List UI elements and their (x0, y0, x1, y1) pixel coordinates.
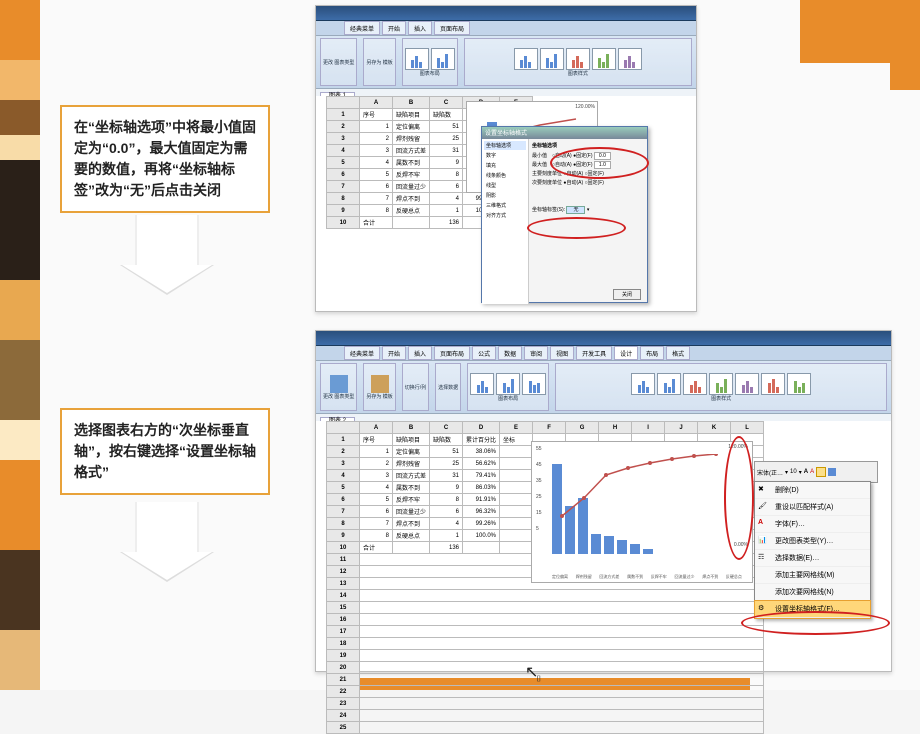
chart-type-icon: 📊 (758, 536, 768, 546)
ctx-major-gridlines[interactable]: 添加主要网格线(M) (755, 567, 870, 584)
tab[interactable]: 开始 (382, 21, 406, 35)
arrow-down-1 (135, 215, 199, 265)
ctx-change-chart-type[interactable]: 📊更改图表类型(Y)… (755, 533, 870, 550)
tab[interactable]: 格式 (666, 346, 690, 360)
tab-design[interactable]: 设计 (614, 346, 638, 360)
format-axis-icon: ⚙ (758, 604, 768, 614)
callout-axis-options: 在“坐标轴选项”中将最小值固定为“0.0”，最大值固定为需要的数值，再将“坐标轴… (60, 105, 270, 213)
tab[interactable]: 页面布局 (434, 21, 470, 35)
tab[interactable]: 经典菜单 (344, 21, 380, 35)
format-axis-dialog[interactable]: 设置坐标轴格式 坐标轴选项 数字 填充 线条颜色 线型 阴影 三维格式 对齐方式… (481, 126, 648, 303)
tab[interactable]: 插入 (408, 346, 432, 360)
worksheet-2[interactable]: ABCDEFGHIJKL 1序号缺陷项目缺陷数累计百分比坐标 21定位偏离513… (316, 421, 891, 671)
ribbon-switch[interactable]: 切换行/列 (402, 363, 429, 411)
context-menu[interactable]: ✖删除(D) 🖌重设以匹配样式(A) A字体(F)… 📊更改图表类型(Y)… ☶… (754, 481, 871, 619)
tab[interactable]: 开发工具 (576, 346, 612, 360)
dialog-sidebar[interactable]: 坐标轴选项 数字 填充 线条颜色 线型 阴影 三维格式 对齐方式 (482, 139, 529, 304)
ribbon-change-type[interactable]: 更改 图表类型 (320, 363, 357, 411)
ctx-format-axis[interactable]: ⚙设置坐标轴格式(F)… (755, 601, 870, 618)
mouse-cursor-icon: ↖⌷ (525, 662, 539, 684)
tick-label-dropdown[interactable]: 无 (566, 206, 585, 214)
decorative-left-column (0, 0, 40, 690)
ctx-select-data[interactable]: ☶选择数据(E)… (755, 550, 870, 567)
window-titlebar (316, 6, 696, 21)
ribbon-group-styles: 图表样式 (464, 38, 692, 86)
ribbon-group-styles: 图表样式 (555, 363, 887, 411)
mini-toolbar[interactable]: 宋体(正… ▾ 10 ▾ A A (754, 461, 878, 483)
ribbon-group-layout: 图表布局 (402, 38, 458, 86)
select-data-icon: ☶ (758, 553, 768, 563)
window-titlebar (316, 331, 891, 346)
dialog-main: 坐标轴选项 最小值 ○自动(A) ●固定(F) 0.0 最大值 ○自动(A) ●… (529, 139, 647, 304)
font-icon: A (758, 519, 768, 529)
tab[interactable]: 视图 (550, 346, 574, 360)
ribbon-select-data[interactable]: 选择数据 (435, 363, 461, 411)
ctx-delete[interactable]: ✖删除(D) (755, 482, 870, 499)
tab[interactable]: 插入 (408, 21, 432, 35)
screenshot-excel-2: 经典菜单 开始 插入 页面布局 公式 数据 审阅 视图 开发工具 设计 布局 格… (315, 330, 892, 672)
ribbon-save-template[interactable]: 另存为 模板 (363, 363, 395, 411)
ribbon-group-layout: 图表布局 (467, 363, 549, 411)
ctx-reset-style[interactable]: 🖌重设以匹配样式(A) (755, 499, 870, 516)
screenshot-excel-1: 经典菜单 开始 插入 页面布局 更改 图表类型 另存为 模板 图表布局 (315, 5, 697, 312)
embedded-chart-2[interactable]: 55 45 35 25 15 5 120.00% 0.00% (531, 441, 753, 583)
ctx-minor-gridlines[interactable]: 添加次要网格线(N) (755, 584, 870, 601)
tab[interactable]: 经典菜单 (344, 346, 380, 360)
tab[interactable]: 公式 (472, 346, 496, 360)
tab[interactable]: 布局 (640, 346, 664, 360)
ribbon-group-template[interactable]: 另存为 模板 (363, 38, 395, 86)
worksheet-1[interactable]: ABCDE 1序号缺陷项目缺陷数累计百分比坐标 21定位偏离5138.06% 3… (316, 96, 696, 311)
tab[interactable]: 数据 (498, 346, 522, 360)
ribbon-tabs: 经典菜单 开始 插入 页面布局 公式 数据 审阅 视图 开发工具 设计 布局 格… (316, 346, 891, 361)
reset-icon: 🖌 (758, 502, 768, 512)
callout-secondary-axis: 选择图表右方的“次坐标垂直轴”，按右键选择“设置坐标轴格式” (60, 408, 270, 495)
close-button[interactable]: 关闭 (613, 289, 641, 300)
ctx-font[interactable]: A字体(F)… (755, 516, 870, 533)
dialog-title: 设置坐标轴格式 (482, 127, 647, 139)
tab[interactable]: 页面布局 (434, 346, 470, 360)
ribbon: 更改 图表类型 另存为 模板 切换行/列 选择数据 图表布局 (316, 361, 891, 414)
arrow-down-2 (135, 502, 199, 552)
tab[interactable]: 开始 (382, 346, 406, 360)
tab[interactable]: 审阅 (524, 346, 548, 360)
ribbon-tabs: 经典菜单 开始 插入 页面布局 (316, 21, 696, 36)
cum-line (552, 454, 732, 554)
highlight-tick-label (527, 217, 626, 239)
ribbon-group-type[interactable]: 更改 图表类型 (320, 38, 357, 86)
delete-icon: ✖ (758, 485, 768, 495)
slide: 在“坐标轴选项”中将最小值固定为“0.0”，最大值固定为需要的数值，再将“坐标轴… (0, 0, 920, 690)
ribbon: 更改 图表类型 另存为 模板 图表布局 图表样式 (316, 36, 696, 89)
corner-decoration-top (800, 0, 920, 90)
